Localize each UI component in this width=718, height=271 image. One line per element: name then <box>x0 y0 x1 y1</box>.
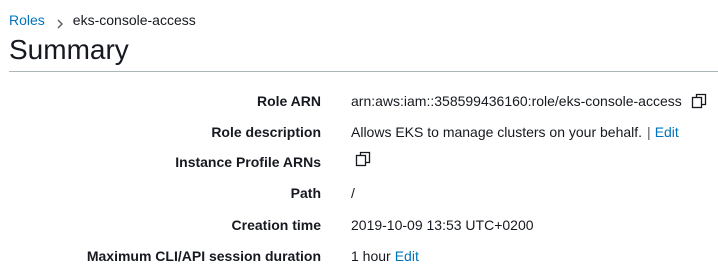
row-path: Path / <box>0 182 718 204</box>
creation-time-label: Creation time <box>231 217 321 233</box>
max-session-duration-value-container: 1 hour Edit <box>351 245 419 267</box>
role-arn-value: arn:aws:iam::358599436160:role/eks-conso… <box>351 93 682 109</box>
role-description-label: Role description <box>211 124 321 140</box>
title-divider <box>9 71 718 72</box>
breadcrumb-roles-link[interactable]: Roles <box>9 11 45 29</box>
description-separator: | <box>647 124 651 140</box>
copy-icon[interactable] <box>355 151 371 167</box>
max-session-duration-value: 1 hour <box>351 248 391 264</box>
role-description-value: Allows EKS to manage clusters on your be… <box>351 124 643 140</box>
creation-time-value: 2019-10-09 13:53 UTC+0200 <box>351 217 534 233</box>
chevron-right-icon <box>57 15 63 29</box>
row-role-description: Role description Allows EKS to manage cl… <box>0 121 718 143</box>
path-value: / <box>351 185 355 201</box>
row-max-session-duration: Maximum CLI/API session duration 1 hour … <box>0 245 718 267</box>
role-arn-value-container: arn:aws:iam::358599436160:role/eks-conso… <box>351 90 707 112</box>
max-session-duration-label: Maximum CLI/API session duration <box>86 248 321 264</box>
role-arn-label: Role ARN <box>256 93 321 109</box>
edit-session-duration-link[interactable]: Edit <box>395 245 419 267</box>
row-instance-profile-arns: Instance Profile ARNs <box>0 151 718 173</box>
breadcrumb-current: eks-console-access <box>72 12 196 28</box>
page-title: Summary <box>9 34 129 65</box>
row-creation-time: Creation time 2019-10-09 13:53 UTC+0200 <box>0 214 718 236</box>
breadcrumb: Roles eks-console-access <box>9 11 196 29</box>
row-role-arn: Role ARN arn:aws:iam::358599436160:role/… <box>0 90 718 112</box>
path-label: Path <box>290 185 321 201</box>
instance-profile-arns-label: Instance Profile ARNs <box>175 154 321 170</box>
instance-profile-arns-value-container <box>355 151 371 167</box>
copy-icon[interactable] <box>691 93 707 109</box>
role-description-value-container: Allows EKS to manage clusters on your be… <box>351 121 679 143</box>
edit-description-link[interactable]: Edit <box>655 121 679 143</box>
